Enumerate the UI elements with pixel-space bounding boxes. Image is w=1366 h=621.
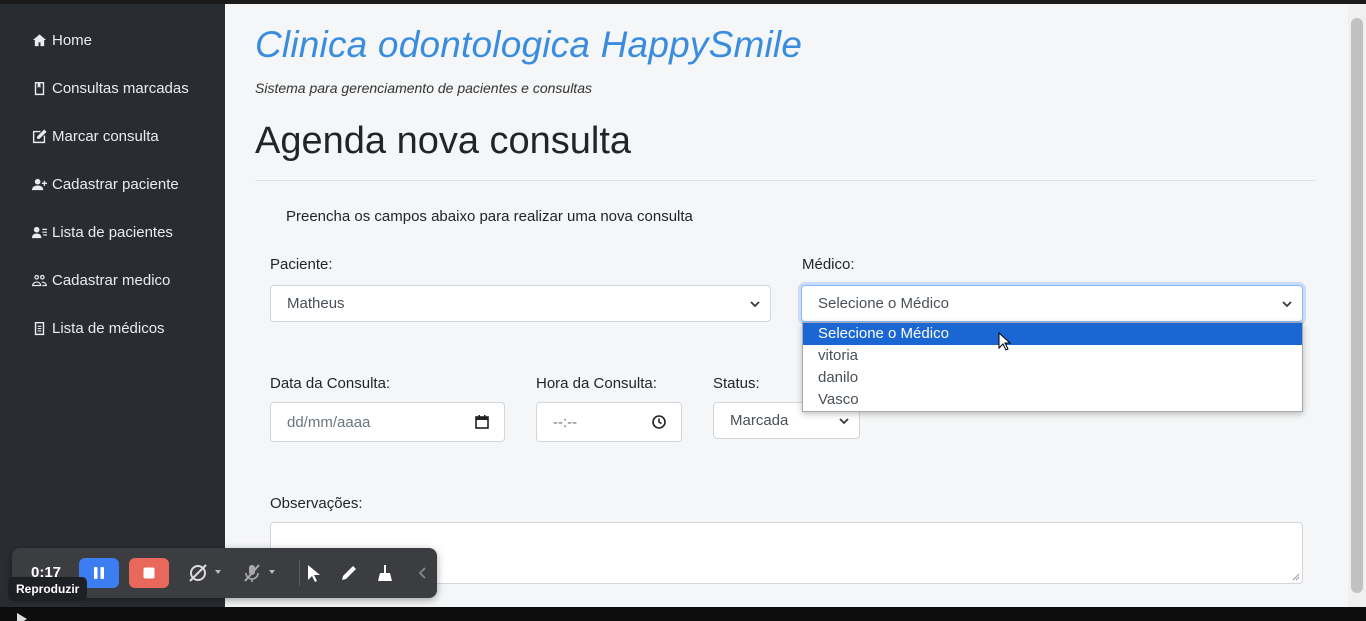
hora-consulta-input[interactable]: --:-- (536, 402, 682, 442)
chevron-left-icon (418, 567, 426, 579)
pointer-icon (308, 565, 320, 582)
medico-dropdown-list: Selecione o Médico vitoria danilo Vasco (802, 322, 1303, 412)
toolbar-divider (299, 560, 300, 586)
hora-consulta-placeholder: --:-- (553, 413, 578, 431)
collapse-toolbar-button[interactable] (412, 562, 434, 584)
sidebar-item-label: Lista de médicos (52, 319, 165, 337)
data-consulta-label: Data da Consulta: (270, 375, 391, 392)
observacoes-label: Observações: (270, 495, 363, 512)
calendar-icon[interactable] (474, 414, 490, 430)
sidebar-item-lista-medicos[interactable]: Lista de médicos (32, 316, 165, 340)
sidebar-item-consultas-marcadas[interactable]: Consultas marcadas (32, 76, 189, 100)
sidebar-item-lista-pacientes[interactable]: Lista de pacientes (32, 220, 173, 244)
sidebar: Home Consultas marcadas Marcar consulta … (0, 4, 225, 610)
pointer-tool-button[interactable] (302, 562, 324, 584)
status-label: Status: (713, 375, 760, 392)
brand-title: Clinica odontologica HappySmile (255, 24, 803, 65)
edit-icon (32, 128, 47, 143)
medico-value: Selecione o Médico (818, 295, 949, 312)
pause-icon (94, 567, 104, 579)
camera-off-icon (189, 564, 207, 582)
broom-icon (378, 565, 392, 581)
medico-option[interactable]: vitoria (803, 345, 1302, 367)
stop-icon (143, 567, 155, 579)
play-tooltip: Reproduzir (8, 577, 88, 601)
brand-subtitle: Sistema para gerenciamento de pacientes … (255, 80, 592, 96)
form-instructions: Preencha os campos abaixo para realizar … (286, 208, 693, 225)
pen-icon (342, 566, 356, 580)
chevron-down-icon (750, 300, 760, 307)
sidebar-item-home[interactable]: Home (32, 28, 92, 52)
medico-option[interactable]: Vasco (803, 389, 1302, 411)
sidebar-item-cadastrar-paciente[interactable]: Cadastrar paciente (32, 172, 179, 196)
user-plus-icon (32, 178, 47, 190)
sidebar-item-label: Consultas marcadas (52, 79, 189, 97)
resize-handle-icon[interactable] (1292, 573, 1300, 581)
eraser-tool-button[interactable] (374, 562, 396, 584)
title-divider (255, 180, 1315, 181)
data-consulta-input[interactable]: dd/mm/aaaa (270, 402, 505, 442)
status-value: Marcada (730, 412, 789, 429)
video-player-bar (0, 607, 1366, 621)
play-icon[interactable] (16, 613, 28, 621)
document-icon (34, 321, 45, 335)
camera-off-button[interactable] (187, 562, 209, 584)
sidebar-item-label: Lista de pacientes (52, 223, 173, 241)
home-icon (32, 33, 47, 46)
pen-tool-button[interactable] (338, 562, 360, 584)
sidebar-item-marcar-consulta[interactable]: Marcar consulta (32, 124, 159, 148)
mouse-cursor-icon (998, 332, 1011, 351)
scrollbar-thumb[interactable] (1351, 18, 1363, 593)
sidebar-item-label: Cadastrar medico (52, 271, 171, 289)
paciente-value: Matheus (287, 295, 345, 312)
paciente-select[interactable]: Matheus (270, 285, 771, 322)
microphone-off-icon (244, 564, 260, 582)
microphone-off-button[interactable] (241, 562, 263, 584)
page-title: Agenda nova consulta (255, 120, 632, 162)
sidebar-item-label: Marcar consulta (52, 127, 159, 145)
users-icon (32, 274, 47, 286)
paciente-label: Paciente: (270, 256, 333, 273)
medico-label: Médico: (802, 256, 855, 273)
stop-button[interactable] (129, 558, 169, 588)
chevron-down-icon (839, 417, 849, 424)
sidebar-item-label: Home (52, 31, 93, 49)
book-icon (34, 81, 45, 95)
medico-select[interactable]: Selecione o Médico (801, 285, 1303, 322)
hora-consulta-label: Hora da Consulta: (536, 375, 657, 392)
data-consulta-placeholder: dd/mm/aaaa (287, 413, 371, 431)
medico-option[interactable]: Selecione o Médico (803, 323, 1302, 345)
user-list-icon (32, 226, 47, 238)
clock-icon[interactable] (651, 414, 667, 430)
medico-option[interactable]: danilo (803, 367, 1302, 389)
sidebar-item-cadastrar-medico[interactable]: Cadastrar medico (32, 268, 170, 292)
chevron-down-icon (1282, 300, 1292, 307)
sidebar-item-label: Cadastrar paciente (52, 175, 179, 193)
